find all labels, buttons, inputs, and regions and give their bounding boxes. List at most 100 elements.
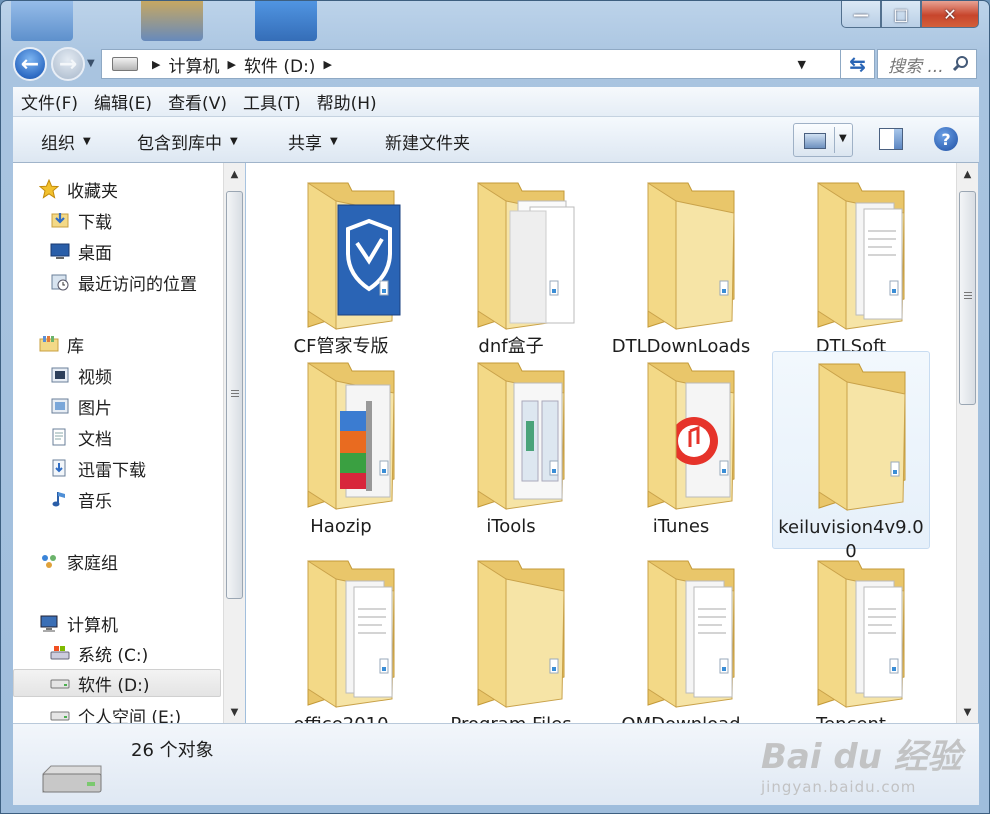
menu-file[interactable]: 文件(F) bbox=[13, 89, 86, 114]
sidebar-item-music[interactable]: 音乐 bbox=[50, 485, 223, 513]
grip-icon bbox=[231, 390, 239, 397]
navigation-pane-scrollbar[interactable]: ▲ ▼ bbox=[223, 163, 245, 723]
folder-item[interactable]: QMDownload bbox=[602, 549, 760, 723]
search-input[interactable]: 搜索 ... bbox=[877, 49, 977, 79]
back-button[interactable]: ← bbox=[13, 47, 47, 81]
sidebar-item-documents[interactable]: 文档 bbox=[50, 423, 223, 451]
sidebar-item-drive-e[interactable]: 个人空间 (E:) bbox=[50, 701, 223, 723]
folder-icon bbox=[647, 182, 735, 330]
folder-name: Haozip bbox=[310, 516, 372, 537]
refresh-icon: ⇆ bbox=[849, 52, 866, 76]
navigation-pane: 收藏夹 下载 桌面 最近访问的位置 库 视频 图片 文档 迅雷下载 音乐 家庭组… bbox=[13, 163, 223, 723]
folder-item[interactable]: iTools bbox=[432, 351, 590, 537]
preview-pane-button[interactable] bbox=[879, 128, 903, 150]
breadcrumb-drive-d[interactable]: 软件 (D:) bbox=[244, 52, 316, 77]
sidebar-item-label: 系统 (C:) bbox=[78, 645, 149, 666]
search-placeholder: 搜索 ... bbox=[888, 56, 944, 77]
folder-name: iTunes bbox=[652, 516, 710, 537]
address-history-dropdown[interactable]: ▼ bbox=[798, 58, 806, 71]
folder-item[interactable]: Haozip bbox=[262, 351, 420, 537]
sidebar-favorites[interactable]: 收藏夹 bbox=[39, 175, 223, 203]
folder-item[interactable]: DTLDownLoads bbox=[602, 171, 760, 357]
pictures-library-icon bbox=[51, 398, 69, 414]
scroll-down-arrow[interactable]: ▼ bbox=[224, 701, 245, 723]
folder-item[interactable]: keiluvision4v9.00 bbox=[772, 351, 930, 562]
folder-icon bbox=[818, 363, 906, 511]
drive-icon bbox=[112, 57, 138, 71]
sidebar-item-label: 库 bbox=[67, 336, 84, 357]
sidebar-item-label: 视频 bbox=[78, 367, 112, 388]
item-count: 26 个对象 bbox=[131, 740, 214, 761]
menu-edit[interactable]: 编辑(E) bbox=[86, 89, 160, 114]
organize-button[interactable]: 组织 ▼ bbox=[41, 129, 91, 154]
sidebar-homegroup[interactable]: 家庭组 bbox=[39, 547, 223, 575]
close-button[interactable]: ✕ bbox=[921, 1, 979, 28]
folder-item[interactable]: Program Files bbox=[432, 549, 590, 723]
folder-name: Program Files bbox=[432, 713, 590, 723]
sidebar-item-drive-d[interactable]: 软件 (D:) bbox=[13, 669, 221, 697]
view-icon bbox=[804, 133, 826, 149]
video-library-icon bbox=[51, 367, 69, 383]
sidebar-item-label: 家庭组 bbox=[67, 553, 118, 574]
scrollbar-thumb[interactable] bbox=[959, 191, 976, 405]
minimize-button[interactable]: — bbox=[841, 1, 881, 28]
computer-icon bbox=[40, 615, 58, 632]
sidebar-item-desktop[interactable]: 桌面 bbox=[50, 237, 223, 265]
folder-icon bbox=[307, 182, 401, 330]
scrollbar-thumb[interactable] bbox=[226, 191, 243, 599]
sidebar-item-drive-c[interactable]: 系统 (C:) bbox=[50, 639, 223, 667]
caret-down-icon: ▼ bbox=[330, 136, 338, 147]
help-button[interactable]: ? bbox=[934, 127, 958, 151]
sidebar-item-thunder-downloads[interactable]: 迅雷下载 bbox=[50, 454, 223, 482]
sidebar-computer[interactable]: 计算机 bbox=[39, 609, 223, 637]
share-label: 共享 bbox=[288, 134, 322, 154]
chevron-right-icon[interactable]: ▶ bbox=[323, 58, 331, 71]
sidebar-libraries[interactable]: 库 bbox=[39, 330, 223, 358]
caption-buttons: — □ ✕ bbox=[841, 1, 979, 28]
folder-name: QMDownload bbox=[602, 713, 760, 723]
file-list: CF管家专版 dnf盒子 DTLDownLoads DTLSoft Haozip iToo… bbox=[246, 163, 956, 723]
change-view-button[interactable]: ▼ bbox=[793, 123, 853, 157]
maximize-button[interactable]: □ bbox=[881, 1, 921, 28]
explorer-window: — □ ✕ ← → ▼ ▶ 计算机 ▶ 软件 (D:) ▶ ▼ ⇆ 搜索 ...… bbox=[0, 0, 990, 814]
scroll-down-arrow[interactable]: ▼ bbox=[957, 701, 978, 723]
include-in-library-button[interactable]: 包含到库中 ▼ bbox=[137, 129, 238, 154]
sidebar-item-videos[interactable]: 视频 bbox=[50, 361, 223, 389]
sidebar-item-recent-places[interactable]: 最近访问的位置 bbox=[50, 268, 223, 296]
documents-library-icon bbox=[52, 428, 66, 446]
folder-icon bbox=[477, 362, 565, 510]
thumbnail bbox=[141, 1, 203, 41]
music-icon bbox=[52, 492, 65, 507]
share-button[interactable]: 共享 ▼ bbox=[288, 129, 338, 154]
new-folder-button[interactable]: 新建文件夹 bbox=[385, 129, 470, 154]
sidebar-item-pictures[interactable]: 图片 bbox=[50, 392, 223, 420]
scroll-up-arrow[interactable]: ▲ bbox=[957, 163, 978, 185]
arrow-right-icon: → bbox=[58, 51, 78, 77]
file-list-scrollbar[interactable]: ▲ ▼ bbox=[956, 163, 978, 723]
scroll-up-arrow[interactable]: ▲ bbox=[224, 163, 245, 185]
folder-item[interactable]: office2010 bbox=[262, 549, 420, 723]
chevron-right-icon[interactable]: ▶ bbox=[152, 58, 160, 71]
address-bar[interactable]: ▶ 计算机 ▶ 软件 (D:) ▶ ▼ bbox=[101, 49, 841, 79]
menu-help[interactable]: 帮助(H) bbox=[309, 89, 385, 114]
breadcrumb-computer[interactable]: 计算机 bbox=[168, 52, 219, 77]
recent-pages-dropdown[interactable]: ▼ bbox=[87, 58, 95, 69]
folder-item[interactable]: DTLSoft bbox=[772, 171, 930, 357]
homegroup-icon bbox=[42, 555, 56, 568]
thumbnail bbox=[11, 1, 73, 41]
menu-view[interactable]: 查看(V) bbox=[160, 89, 235, 114]
menu-tools[interactable]: 工具(T) bbox=[235, 89, 309, 114]
folder-item[interactable]: dnf盒子 bbox=[432, 171, 590, 357]
chevron-right-icon[interactable]: ▶ bbox=[227, 58, 235, 71]
folder-item[interactable]: iTunes bbox=[602, 351, 760, 537]
refresh-button[interactable]: ⇆ bbox=[841, 49, 875, 79]
folder-item[interactable]: CF管家专版 bbox=[262, 171, 420, 357]
watermark: Bai du 经验 jingyan.baidu.com bbox=[761, 729, 971, 799]
sidebar-item-label: 迅雷下载 bbox=[78, 460, 146, 481]
star-icon bbox=[39, 179, 59, 199]
sidebar-item-downloads[interactable]: 下载 bbox=[50, 206, 223, 234]
caret-down-icon[interactable]: ▼ bbox=[839, 133, 847, 144]
drive-icon bbox=[42, 765, 102, 793]
folder-item[interactable]: Tencent bbox=[772, 549, 930, 723]
forward-button[interactable]: → bbox=[51, 47, 85, 81]
